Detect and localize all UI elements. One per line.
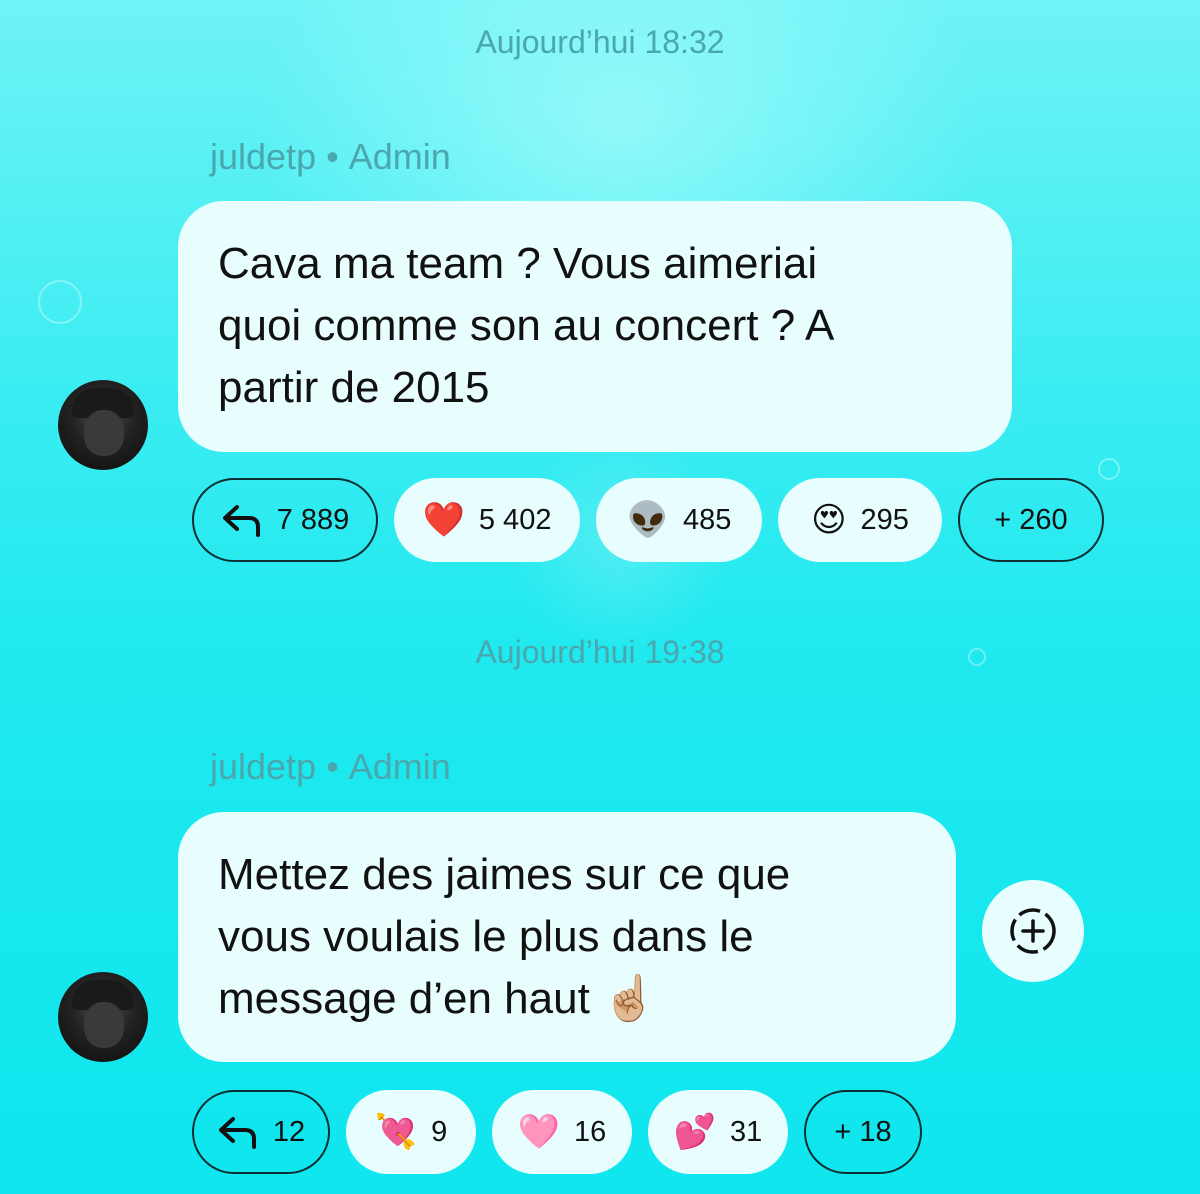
reaction-pill[interactable]: 💘 9 — [346, 1090, 476, 1174]
message-bubble[interactable]: Cava ma team ? Vous aimeriai quoi comme … — [178, 201, 1012, 452]
reply-count: 12 — [272, 1115, 306, 1148]
more-reactions-button[interactable]: + 18 — [804, 1090, 922, 1174]
add-reaction-icon — [1010, 908, 1056, 954]
message-line: vous voulais le plus dans le — [218, 912, 754, 961]
avatar-face — [84, 1002, 124, 1048]
message-line: partir de 2015 — [218, 363, 490, 412]
reaction-count: 295 — [860, 503, 909, 536]
two-hearts-icon: 💕 — [673, 1113, 717, 1151]
message-line: Mettez des jaimes sur ce que — [218, 850, 791, 899]
pink-heart-icon: 🩷 — [517, 1113, 561, 1151]
separator-dot: • — [326, 136, 339, 177]
sender-role: Admin — [348, 136, 451, 177]
reaction-count: 485 — [682, 503, 732, 536]
reaction-count: 16 — [574, 1115, 607, 1148]
reaction-pill[interactable]: 💕 31 — [648, 1090, 788, 1174]
separator-dot: • — [326, 746, 339, 787]
reaction-bar: 7 889 ❤️ 5 402 👽 485 😍 295 + 260 — [192, 478, 1104, 562]
reply-button[interactable]: 12 — [192, 1090, 330, 1174]
message-line: message d’en haut ☝🏼 — [218, 974, 657, 1023]
add-reaction-button[interactable] — [982, 880, 1084, 982]
avatar[interactable] — [58, 380, 148, 470]
message-bubble[interactable]: Mettez des jaimes sur ce que vous voulai… — [178, 812, 956, 1062]
sender-name[interactable]: juldetp — [210, 746, 316, 787]
reaction-pill[interactable]: 👽 485 — [596, 478, 762, 562]
reply-count: 7 889 — [276, 503, 350, 536]
reply-arrow-icon — [218, 1117, 256, 1149]
reply-button[interactable]: 7 889 — [192, 478, 378, 562]
reply-arrow-icon — [222, 505, 260, 537]
sender-line: juldetp • Admin — [210, 746, 451, 788]
decor-bubble — [38, 280, 82, 324]
heart-with-arrow-icon: 💘 — [374, 1113, 418, 1151]
sender-name[interactable]: juldetp — [210, 136, 316, 177]
avatar-face — [84, 410, 124, 456]
reaction-count: 5 402 — [478, 503, 552, 536]
sender-line: juldetp • Admin — [210, 136, 451, 178]
reaction-count: 31 — [730, 1115, 763, 1148]
reaction-bar: 12 💘 9 🩷 16 💕 31 + 18 — [192, 1090, 922, 1174]
more-reactions-count: + 260 — [994, 503, 1068, 536]
reaction-pill[interactable]: ❤️ 5 402 — [394, 478, 580, 562]
heart-eyes-icon: 😍 — [811, 501, 847, 539]
reaction-count: 9 — [431, 1115, 448, 1148]
alien-icon: 👽 — [626, 501, 669, 539]
red-heart-icon: ❤️ — [422, 501, 465, 539]
message-line: Cava ma team ? Vous aimeriai — [218, 239, 818, 288]
message-line: quoi comme son au concert ? A — [218, 301, 835, 350]
avatar[interactable] — [58, 972, 148, 1062]
reaction-pill[interactable]: 😍 295 — [778, 478, 942, 562]
decor-bubble — [1098, 458, 1120, 480]
timestamp: Aujourd’hui 18:32 — [475, 24, 725, 60]
timestamp: Aujourd’hui 19:38 — [475, 634, 725, 670]
more-reactions-button[interactable]: + 260 — [958, 478, 1104, 562]
more-reactions-count: + 18 — [834, 1115, 892, 1148]
reaction-pill[interactable]: 🩷 16 — [492, 1090, 632, 1174]
sender-role: Admin — [348, 746, 451, 787]
